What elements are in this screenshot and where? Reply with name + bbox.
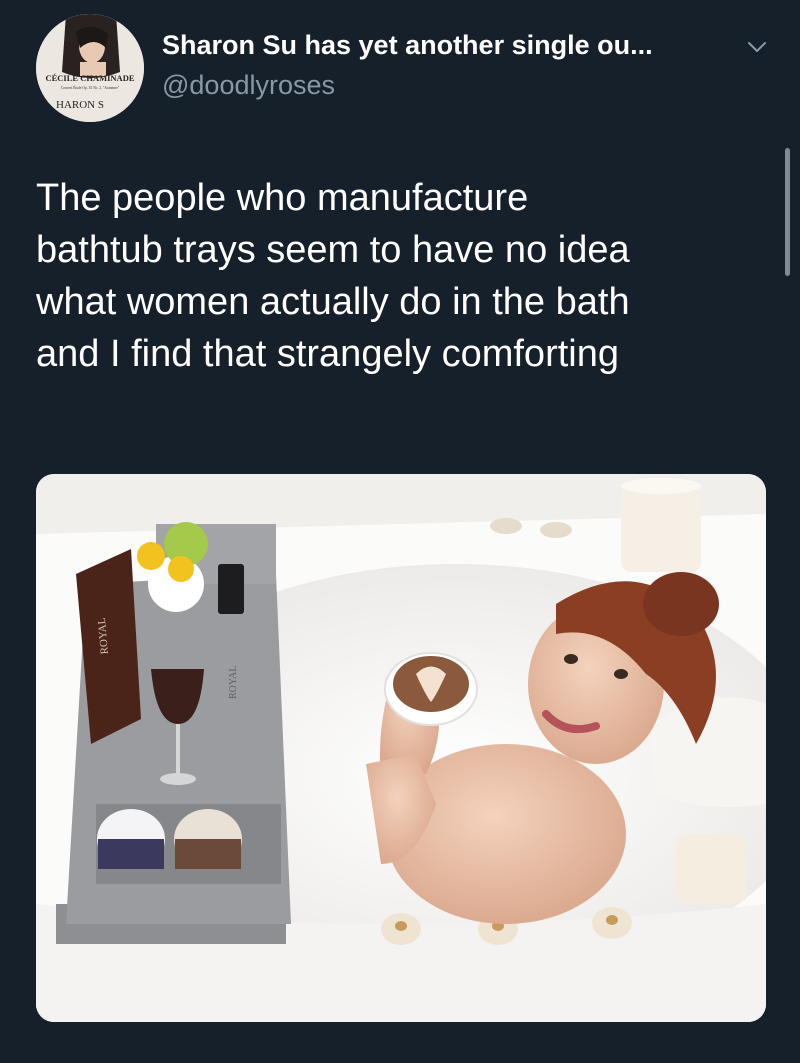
tray-brand: ROYAL: [228, 666, 239, 699]
avatar-caption-name: HARON S: [56, 99, 104, 111]
tweet-text-line: what women actually do in the bath: [36, 281, 630, 323]
tweet-photo[interactable]: ROYAL ROYAL: [36, 474, 766, 1022]
tweet-header: CÉCILE CHAMINADE Concert Étude Op. 35 No…: [0, 0, 800, 140]
bath-photo-illustration: ROYAL ROYAL: [36, 474, 766, 1022]
tweet-text: The people who manufacture bathtub trays…: [36, 172, 776, 380]
scrollbar[interactable]: [785, 148, 790, 276]
avatar-image: CÉCILE CHAMINADE Concert Étude Op. 35 No…: [36, 14, 144, 122]
tweet-text-line: bathtub trays seem to have no idea: [36, 229, 630, 271]
display-name[interactable]: Sharon Su has yet another single ou...: [162, 30, 653, 61]
user-handle[interactable]: @doodlyroses: [162, 70, 335, 101]
bath-tray: ROYAL ROYAL: [56, 522, 291, 944]
coffee-cup: [384, 652, 478, 726]
profile-avatar[interactable]: CÉCILE CHAMINADE Concert Étude Op. 35 No…: [36, 14, 144, 122]
avatar-caption-title: CÉCILE CHAMINADE: [45, 73, 134, 83]
tweet-text-line: and I find that strangely comforting: [36, 333, 619, 375]
chevron-down-icon[interactable]: [744, 34, 770, 60]
tweet-text-line: The people who manufacture: [36, 177, 529, 219]
